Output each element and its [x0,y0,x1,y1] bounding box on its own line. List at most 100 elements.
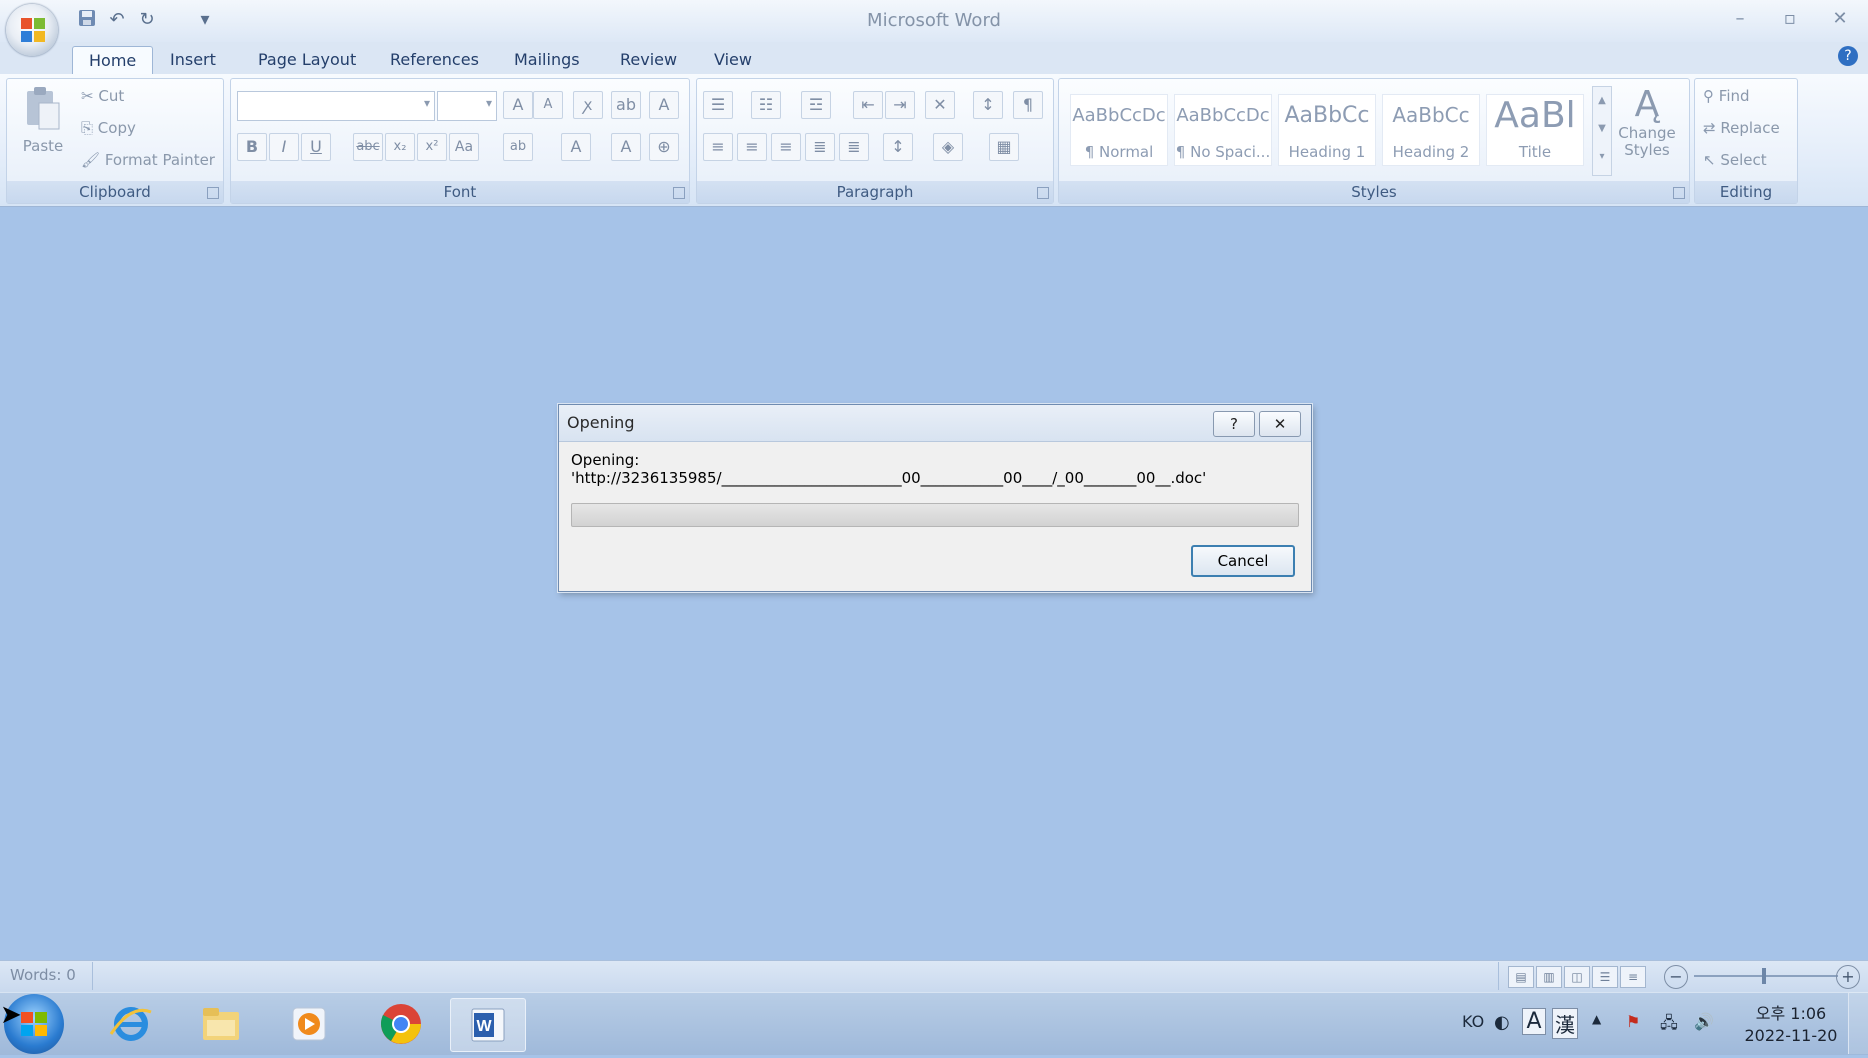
restore-button[interactable]: ▫ [1770,6,1810,32]
zoom-out-button[interactable]: − [1664,965,1688,989]
font-name-combo[interactable]: ▾ [237,91,435,121]
outline-view-icon[interactable]: ☰ [1592,966,1618,988]
zoom-slider-thumb[interactable] [1762,968,1766,984]
style-heading-2[interactable]: AaBbCc Heading 2 [1382,94,1480,166]
zoom-in-button[interactable]: + [1836,965,1860,989]
replace-button[interactable]: ⇄ Replace [1703,119,1780,137]
show-desktop-button[interactable] [1848,992,1868,1054]
clock-time[interactable]: 오후 1:06 [1726,1000,1856,1024]
draft-view-icon[interactable]: ≡ [1620,966,1646,988]
volume-icon[interactable]: 🔊 [1694,1012,1714,1031]
align-center-icon[interactable]: ≡ [737,133,767,161]
office-button[interactable] [6,4,58,56]
dialog-help-button[interactable]: ? [1213,411,1255,437]
asian-layout-icon[interactable]: ✕ [925,91,955,119]
subscript-button[interactable]: x₂ [385,133,415,161]
clear-formatting-icon[interactable]: ꭗ [573,91,603,119]
underline-button[interactable]: U [301,133,331,161]
tab-page-layout[interactable]: Page Layout [242,46,372,74]
strikethrough-button[interactable]: abc [353,133,383,161]
phonetic-guide-icon[interactable]: ab [611,91,641,119]
tab-view[interactable]: View [698,46,768,74]
chevron-down-icon[interactable]: ▾ [424,96,430,110]
style-heading-1[interactable]: AaBbCc Heading 1 [1278,94,1376,166]
ime-globe-icon[interactable]: ◐ [1494,1012,1510,1033]
character-shading-icon[interactable]: A [611,133,641,161]
dialog-close-button[interactable]: ✕ [1259,411,1301,437]
styles-group-label: Styles [1059,181,1689,203]
align-right-icon[interactable]: ≡ [771,133,801,161]
replace-icon: ⇄ [1703,119,1716,137]
minimize-button[interactable]: – [1720,6,1760,32]
show-hidden-icons-icon[interactable]: ▲ [1592,1012,1601,1026]
highlight-button[interactable]: ab [503,133,533,161]
grow-font-button[interactable]: A [503,91,533,119]
italic-button[interactable]: I [269,133,299,161]
cancel-button[interactable]: Cancel [1191,545,1295,577]
shrink-font-button[interactable]: A [533,91,563,119]
copy-button[interactable]: ⎘ Copy [81,119,136,137]
tab-review[interactable]: Review [604,46,693,74]
progress-bar [571,503,1299,527]
tab-home[interactable]: Home [72,46,154,75]
window-title: Microsoft Word [867,10,1001,31]
select-button[interactable]: ↖ Select [1703,151,1767,169]
bullets-icon[interactable]: ☰ [703,91,733,119]
style-normal[interactable]: AaBbCcDc ¶ Normal [1070,94,1168,166]
find-button[interactable]: ⚲ Find [1703,87,1750,105]
action-center-flag-icon[interactable]: ⚑ [1626,1012,1640,1031]
style-name: Heading 1 [1288,143,1366,161]
distributed-icon[interactable]: ≣ [839,133,869,161]
sort-icon[interactable]: ↕ [973,91,1003,119]
superscript-button[interactable]: x² [417,133,447,161]
decrease-indent-icon[interactable]: ⇤ [853,91,883,119]
borders-icon[interactable]: ▦ [989,133,1019,161]
network-icon[interactable]: 🖧 [1660,1012,1678,1039]
media-player-icon[interactable] [272,998,346,1050]
ime-mode[interactable]: A [1522,1008,1546,1035]
full-screen-reading-view-icon[interactable]: ▥ [1536,966,1562,988]
tab-insert[interactable]: Insert [154,46,232,74]
internet-explorer-icon[interactable] [94,998,168,1050]
print-layout-view-icon[interactable]: ▤ [1508,966,1534,988]
paragraph-dialog-launcher[interactable] [1037,187,1049,199]
cut-button[interactable]: ✂ Cut [81,87,124,105]
clipboard-dialog-launcher[interactable] [207,187,219,199]
file-explorer-icon[interactable] [184,998,258,1050]
word-count[interactable]: Words: 0 [10,966,76,984]
clock-date[interactable]: 2022-11-20 [1726,1026,1856,1045]
close-button[interactable]: ✕ [1820,6,1860,32]
character-border-button[interactable]: A [649,91,679,119]
zoom-slider[interactable] [1694,975,1838,977]
font-dialog-launcher[interactable] [673,187,685,199]
align-left-icon[interactable]: ≡ [703,133,733,161]
help-icon[interactable]: ? [1838,46,1858,66]
web-layout-view-icon[interactable]: ◫ [1564,966,1590,988]
paste-button[interactable]: Paste [17,85,69,175]
word-taskbar-button[interactable]: W [450,998,526,1052]
numbering-icon[interactable]: ☷ [751,91,781,119]
enclose-characters-icon[interactable]: ⊕ [649,133,679,161]
ime-hanja[interactable]: 漢 [1552,1008,1578,1039]
increase-indent-icon[interactable]: ⇥ [885,91,915,119]
multilevel-list-icon[interactable]: ☲ [801,91,831,119]
ime-language[interactable]: KO [1462,1012,1484,1031]
bold-button[interactable]: B [237,133,267,161]
tab-mailings[interactable]: Mailings [498,46,596,74]
styles-dialog-launcher[interactable] [1673,187,1685,199]
format-painter-button[interactable]: 🖌 Format Painter [81,151,215,169]
tab-references[interactable]: References [374,46,495,74]
chrome-icon[interactable] [364,998,438,1050]
font-size-combo[interactable]: ▾ [437,91,497,121]
style-title[interactable]: AaBl Title [1486,94,1584,166]
justify-icon[interactable]: ≣ [805,133,835,161]
show-hide-marks-button[interactable]: ¶ [1013,91,1043,119]
font-color-button[interactable]: A [561,133,591,161]
style-no-spacing[interactable]: AaBbCcDc ¶ No Spaci... [1174,94,1272,166]
change-case-button[interactable]: Aa [449,133,479,161]
shading-icon[interactable]: ◈ [933,133,963,161]
change-styles-button[interactable]: Ą Change Styles [1616,84,1678,180]
styles-gallery-scroll[interactable]: ▲ ▼ ▾ [1592,86,1612,176]
chevron-down-icon[interactable]: ▾ [486,96,492,110]
line-spacing-icon[interactable]: ↕ [883,133,913,161]
